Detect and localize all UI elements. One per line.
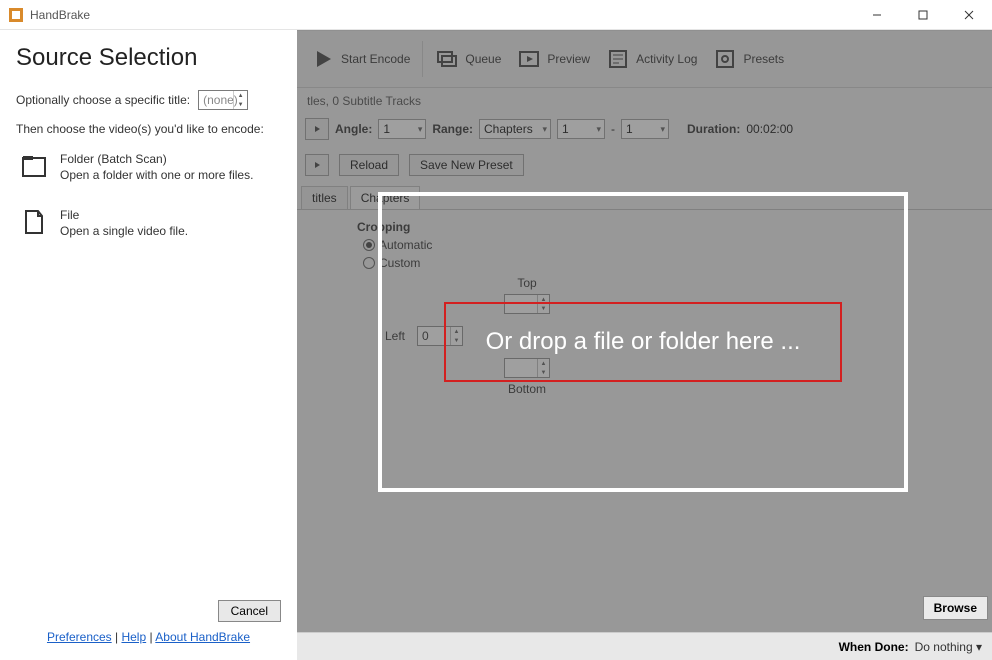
- queue-icon: [435, 47, 459, 71]
- preview-icon: [517, 47, 541, 71]
- range-from-select[interactable]: 1: [557, 119, 605, 139]
- window-minimize-button[interactable]: [854, 0, 900, 30]
- title-choose-label: Optionally choose a specific title:: [16, 93, 190, 107]
- activity-log-label: Activity Log: [636, 52, 697, 66]
- preferences-link[interactable]: Preferences: [47, 630, 112, 644]
- open-file-option[interactable]: File Open a single video file.: [16, 206, 281, 240]
- folder-icon: [20, 152, 48, 180]
- angle-value: 1: [383, 122, 390, 136]
- browse-button[interactable]: Browse: [923, 596, 988, 620]
- folder-option-title: Folder (Batch Scan): [60, 152, 253, 166]
- presets-label: Presets: [743, 52, 784, 66]
- queue-label: Queue: [465, 52, 501, 66]
- duration-label: Duration:: [687, 122, 740, 136]
- spinner-arrows-icon[interactable]: ▲▼: [233, 91, 247, 109]
- radio-unchecked-icon: [363, 257, 375, 269]
- help-link[interactable]: Help: [121, 630, 146, 644]
- tab-subtitles[interactable]: titles: [301, 186, 348, 209]
- app-icon: [8, 7, 24, 23]
- radio-checked-icon: [363, 239, 375, 251]
- angle-prev-button[interactable]: [305, 118, 329, 140]
- file-option-desc: Open a single video file.: [60, 224, 188, 238]
- range-label: Range:: [432, 122, 473, 136]
- range-type-value: Chapters: [484, 122, 533, 136]
- angle-select[interactable]: 1: [378, 119, 426, 139]
- tracks-info-text: tles, 0 Subtitle Tracks: [297, 88, 992, 114]
- cancel-button[interactable]: Cancel: [218, 600, 281, 622]
- preview-label: Preview: [547, 52, 590, 66]
- preset-prev-button[interactable]: [305, 154, 329, 176]
- drop-zone-text: Or drop a file or folder here ...: [486, 328, 801, 356]
- status-bar: When Done: Do nothing ▾: [297, 632, 992, 660]
- about-link[interactable]: About HandBrake: [155, 630, 250, 644]
- preview-button[interactable]: Preview: [511, 43, 596, 75]
- drop-zone[interactable]: Or drop a file or folder here ...: [378, 192, 908, 492]
- play-icon: [311, 47, 335, 71]
- when-done-value: Do nothing: [915, 640, 973, 654]
- app-title: HandBrake: [30, 8, 854, 22]
- folder-option-desc: Open a folder with one or more files.: [60, 168, 253, 182]
- presets-button[interactable]: Presets: [707, 43, 790, 75]
- window-close-button[interactable]: [946, 0, 992, 30]
- presets-icon: [713, 47, 737, 71]
- toolbar-separator: [422, 41, 423, 77]
- angle-label: Angle:: [335, 122, 372, 136]
- range-to-value: 1: [626, 122, 633, 136]
- instruction-text: Then choose the video(s) you'd like to e…: [16, 122, 281, 136]
- source-selection-panel: Source Selection Optionally choose a spe…: [0, 30, 297, 660]
- save-new-preset-button[interactable]: Save New Preset: [409, 154, 524, 176]
- window-maximize-button[interactable]: [900, 0, 946, 30]
- footer-links: Preferences | Help | About HandBrake: [16, 630, 281, 644]
- duration-value: 00:02:00: [746, 122, 793, 136]
- queue-button[interactable]: Queue: [429, 43, 507, 75]
- range-to-select[interactable]: 1: [621, 119, 669, 139]
- drop-zone-highlight: Or drop a file or folder here ...: [444, 302, 843, 382]
- start-encode-button[interactable]: Start Encode: [305, 43, 416, 75]
- start-encode-label: Start Encode: [341, 52, 410, 66]
- log-icon: [606, 47, 630, 71]
- file-icon: [20, 208, 48, 236]
- file-option-title: File: [60, 208, 188, 222]
- range-from-value: 1: [562, 122, 569, 136]
- title-bar: HandBrake: [0, 0, 992, 30]
- title-number-input[interactable]: (none) ▲▼: [198, 90, 248, 110]
- range-type-select[interactable]: Chapters: [479, 119, 551, 139]
- range-dash: -: [611, 122, 615, 136]
- when-done-select[interactable]: Do nothing ▾: [915, 640, 982, 654]
- open-folder-option[interactable]: Folder (Batch Scan) Open a folder with o…: [16, 150, 281, 184]
- main-toolbar: Start Encode Queue Preview Activity Log: [297, 30, 992, 88]
- reload-button[interactable]: Reload: [339, 154, 399, 176]
- activity-log-button[interactable]: Activity Log: [600, 43, 703, 75]
- when-done-label: When Done:: [839, 640, 909, 654]
- source-selection-heading: Source Selection: [16, 44, 281, 72]
